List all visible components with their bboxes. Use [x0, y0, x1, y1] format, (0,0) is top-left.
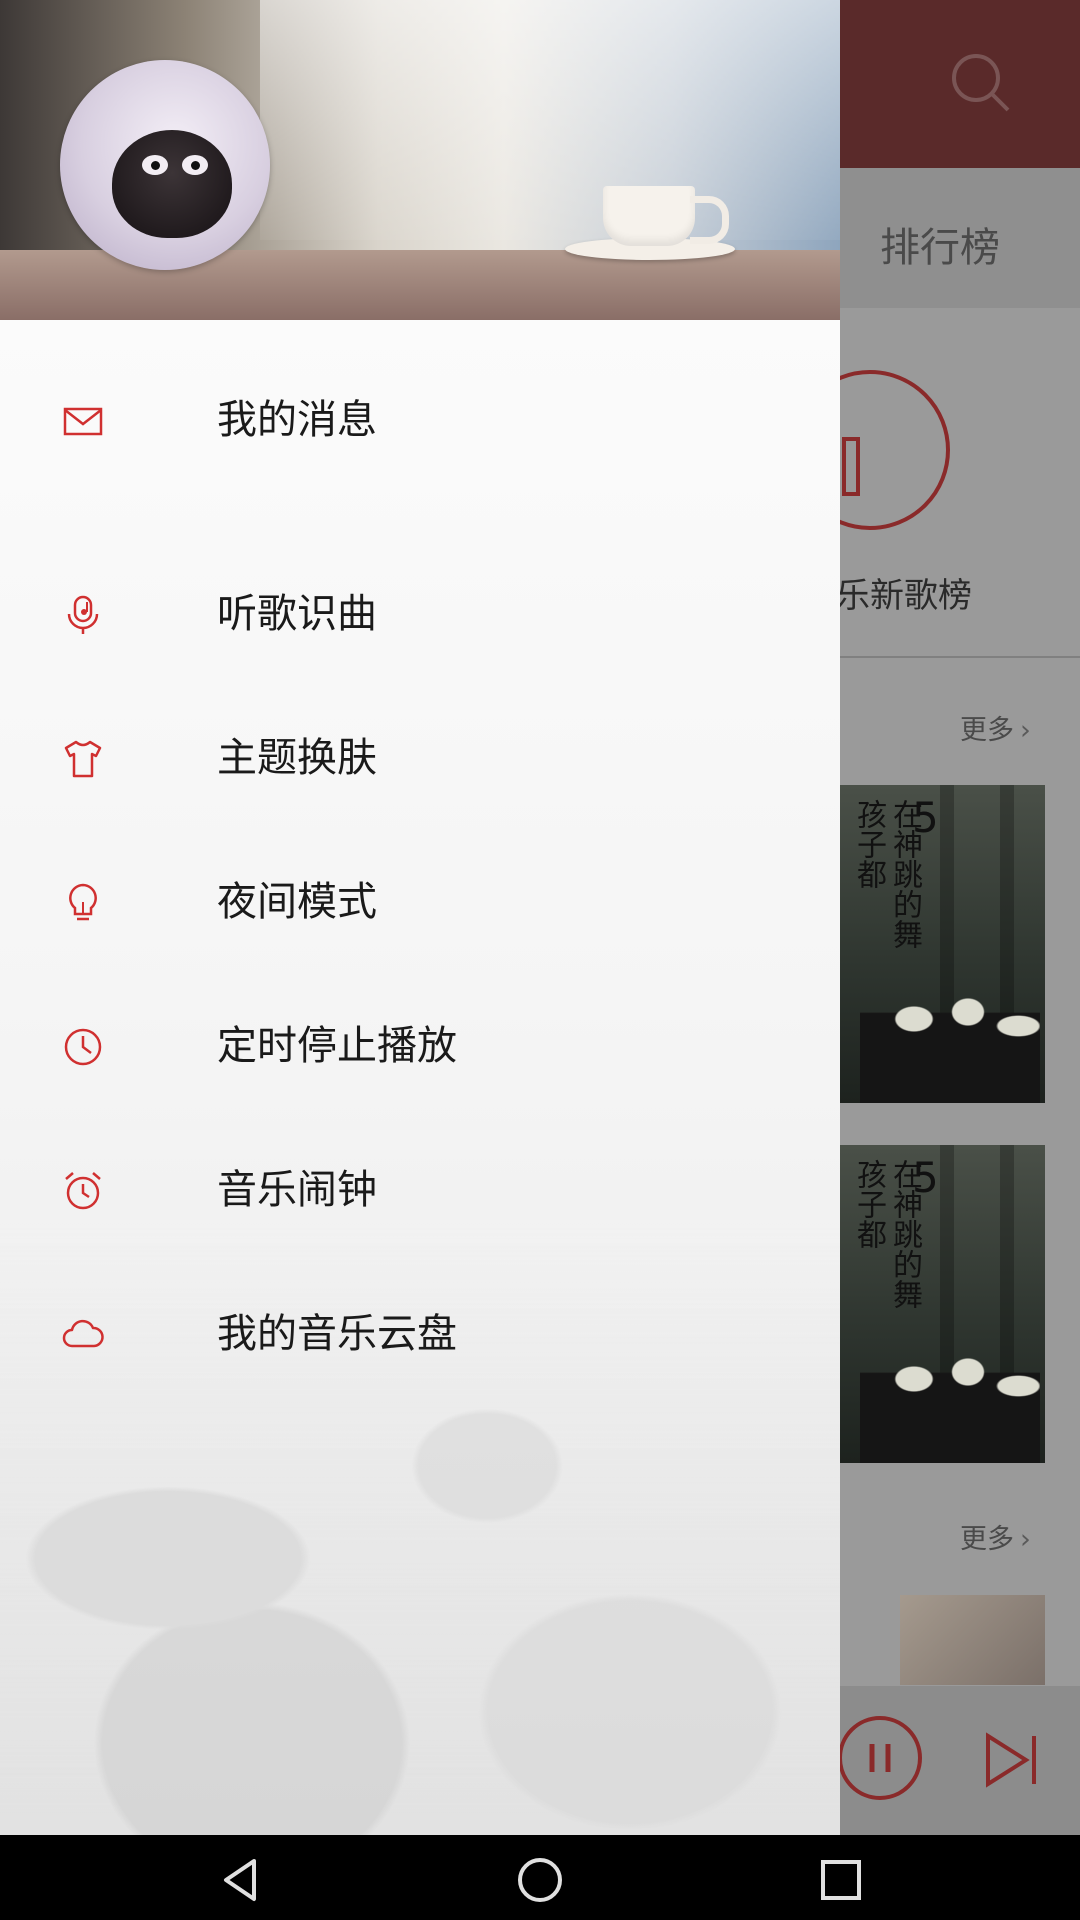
pause-icon[interactable]: [836, 1714, 924, 1802]
menu-item-theme-skin[interactable]: 主题换肤: [0, 703, 840, 813]
more-label: 更多: [960, 715, 1014, 746]
menu-item-night-mode[interactable]: 夜间模式: [0, 847, 840, 957]
next-track-icon[interactable]: [982, 1730, 1042, 1790]
menu-item-sleep-timer[interactable]: 定时停止播放: [0, 991, 840, 1101]
menu-item-label: 定时停止播放: [217, 1023, 457, 1069]
rank-label[interactable]: 乐新歌榜: [836, 568, 972, 617]
album-cover[interactable]: 在神跳的舞孩子都 5: [820, 1145, 1045, 1463]
menu-item-label: 我的消息: [217, 397, 377, 443]
drawer-header: [0, 0, 840, 320]
album-cover-number: 5: [912, 1153, 939, 1202]
album-cover-number: 5: [912, 793, 939, 842]
menu-item-label: 主题换肤: [217, 735, 377, 781]
menu-item-music-cloud[interactable]: 我的音乐云盘: [0, 1279, 840, 1389]
more-link[interactable]: 更多 ›: [960, 1517, 1031, 1556]
menu-item-label: 音乐闹钟: [217, 1167, 377, 1213]
recents-icon[interactable]: [816, 1855, 866, 1905]
menu-item-song-recognition[interactable]: 听歌识曲: [0, 559, 840, 669]
cloud-icon: [62, 1319, 104, 1348]
alarm-clock-icon: [65, 1172, 101, 1210]
menu-item-music-alarm[interactable]: 音乐闹钟: [0, 1135, 840, 1245]
more-link[interactable]: 更多 ›: [960, 708, 1031, 747]
tshirt-icon: [64, 740, 102, 778]
back-icon[interactable]: [216, 1855, 266, 1905]
more-label: 更多: [960, 1524, 1014, 1555]
home-icon[interactable]: [515, 1855, 565, 1905]
clock-icon: [64, 1028, 102, 1066]
avatar[interactable]: [60, 60, 270, 270]
menu-item-label: 夜间模式: [217, 879, 377, 925]
menu-item-label: 我的音乐云盘: [217, 1311, 457, 1357]
tab-ranking[interactable]: 排行榜: [880, 215, 1000, 273]
album-cover[interactable]: [900, 1595, 1045, 1685]
mail-icon: [63, 407, 103, 436]
menu-item-label: 听歌识曲: [217, 591, 377, 637]
navigation-drawer: 我的消息 听歌识曲 主题换肤 夜间模式 定时停止播放 音乐闹钟 我的音乐云盘: [0, 0, 840, 1835]
lightbulb-icon: [69, 883, 97, 921]
song-recognition-icon: [67, 595, 99, 634]
chevron-right-icon: ›: [1020, 715, 1031, 746]
chevron-right-icon: ›: [1020, 1524, 1031, 1555]
search-icon[interactable]: [948, 50, 1012, 114]
drawer-menu: 我的消息 听歌识曲 主题换肤 夜间模式 定时停止播放 音乐闹钟 我的音乐云盘: [0, 320, 840, 1835]
system-navigation-bar: [0, 1835, 1080, 1920]
album-cover[interactable]: 在神跳的舞孩子都 5: [820, 785, 1045, 1103]
menu-item-my-messages[interactable]: 我的消息: [0, 365, 840, 475]
